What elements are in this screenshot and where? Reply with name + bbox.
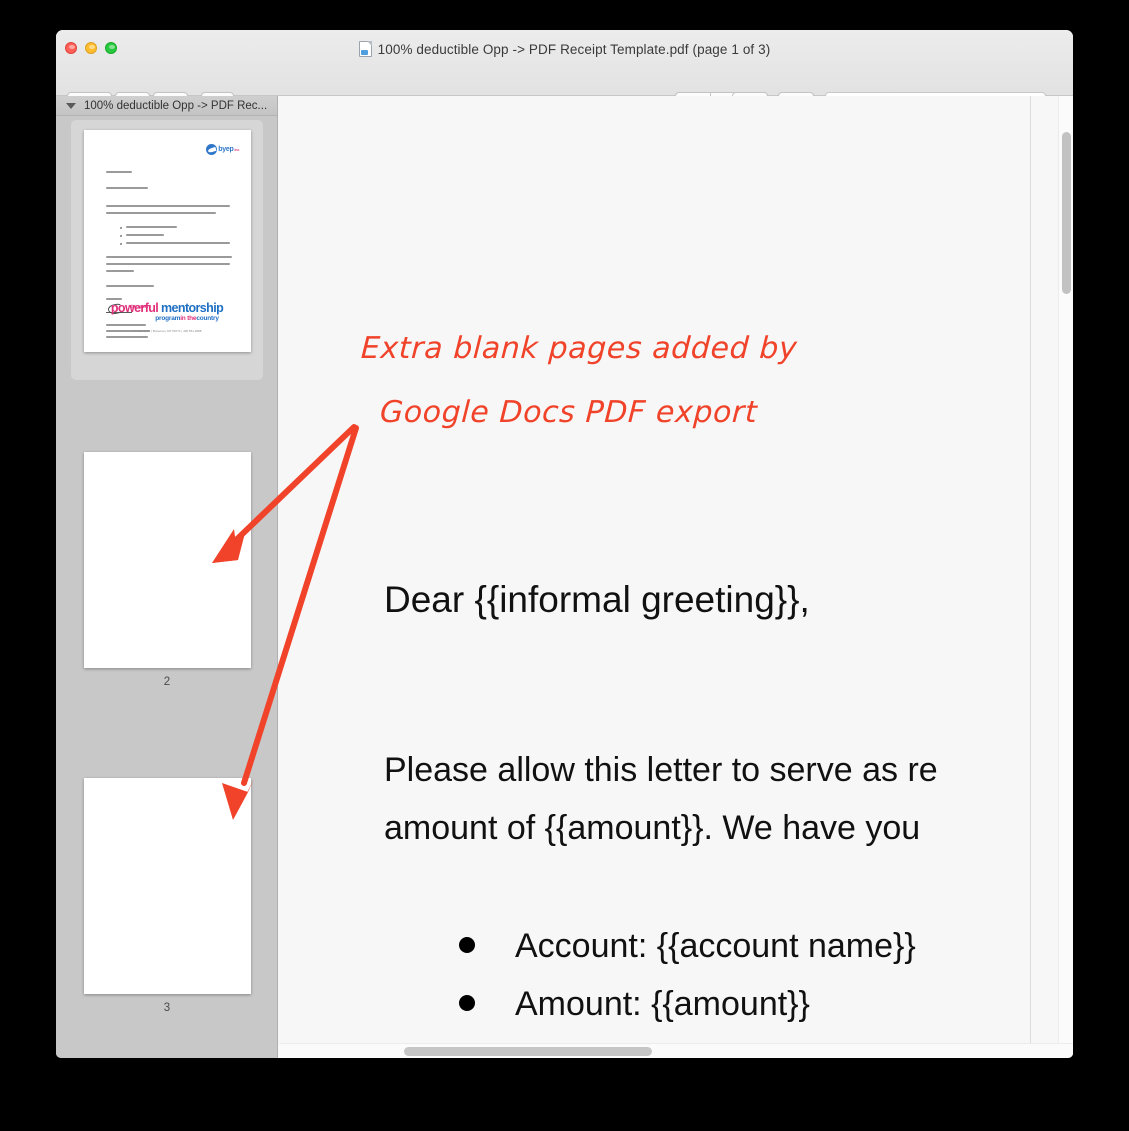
- document-greeting: Dear {{informal greeting}},: [384, 579, 810, 620]
- byep-logo-sub: inc: [234, 147, 240, 152]
- document-bullet-row: Account: {{account name}}: [459, 927, 916, 966]
- document-view[interactable]: Dear {{informal greeting}}, Please allow…: [279, 96, 1073, 1058]
- document-paragraph-line-2: amount of {{amount}}. We have you: [384, 809, 921, 847]
- maximize-window-button[interactable]: [105, 42, 117, 54]
- sidebar-header[interactable]: 100% deductible Opp -> PDF Rec...: [56, 96, 277, 116]
- banner-main-blue: mentorship: [161, 301, 224, 315]
- horizontal-scrollbar[interactable]: [279, 1043, 1073, 1058]
- thumbnail-item-2[interactable]: 2: [56, 452, 277, 689]
- traffic-light-buttons: [65, 42, 117, 54]
- thumbnail-page-3[interactable]: [83, 778, 251, 994]
- window-title: 100% deductible Opp -> PDF Receipt Templ…: [377, 41, 771, 57]
- byep-swoosh-icon: [206, 144, 218, 155]
- thumbnail-page-number-2: 2: [163, 676, 171, 688]
- thumbnail-page-number-3: 3: [163, 1002, 171, 1014]
- window-titlebar: 100% deductible Opp -> PDF Receipt Templ…: [56, 30, 1073, 115]
- byep-logo-text: byep: [218, 146, 234, 153]
- pdf-document-icon: [358, 41, 372, 57]
- vertical-scrollbar-thumb[interactable]: [1062, 132, 1071, 294]
- thumbnail-page-2[interactable]: [83, 452, 251, 668]
- preview-window: 100% deductible Opp -> PDF Receipt Templ…: [56, 30, 1073, 1058]
- horizontal-scrollbar-thumb[interactable]: [404, 1047, 652, 1056]
- document-bullet-text: Amount: {{amount}}: [515, 985, 810, 1023]
- document-bullet-text: Account: {{account name}}: [515, 927, 916, 965]
- disclosure-triangle-icon[interactable]: [66, 102, 76, 109]
- banner-sub-blue: program: [155, 315, 181, 322]
- thumbnail-item-3[interactable]: 3: [56, 778, 277, 1015]
- sidebar-document-title: 100% deductible Opp -> PDF Rec...: [84, 99, 268, 112]
- banner-sub-text: programin thecountry: [84, 315, 251, 323]
- window-title-group: 100% deductible Opp -> PDF Receipt Templ…: [56, 41, 1073, 57]
- banner-main-pink: powerful: [110, 301, 162, 315]
- document-paragraph-line-1: Please allow this letter to serve as re: [384, 751, 938, 789]
- thumbnail-item-1[interactable]: byep inc the most powerful mentorship pr…: [56, 120, 277, 380]
- bullet-dot-icon: [459, 995, 475, 1011]
- banner-main-text: powerful mentorship: [84, 302, 251, 315]
- close-window-button[interactable]: [65, 42, 77, 54]
- banner-address: PO Box 8707 | Bozeman, MT 59771 | 406.55…: [132, 329, 202, 333]
- banner-sub-blue2: country: [196, 315, 219, 322]
- thumbnail-sidebar: 100% deductible Opp -> PDF Rec... byep i…: [56, 96, 278, 1058]
- thumbnail-page-1[interactable]: byep inc the most powerful mentorship pr…: [83, 130, 251, 352]
- document-bullet-row: Amount: {{amount}}: [459, 985, 810, 1024]
- pdf-page-1[interactable]: Dear {{informal greeting}}, Please allow…: [279, 96, 1031, 1044]
- byep-logo: byep inc: [206, 144, 240, 155]
- minimize-window-button[interactable]: [85, 42, 97, 54]
- bullet-dot-icon: [459, 937, 475, 953]
- banner-sub-pink: in the: [180, 315, 197, 322]
- vertical-scrollbar[interactable]: [1058, 96, 1073, 1044]
